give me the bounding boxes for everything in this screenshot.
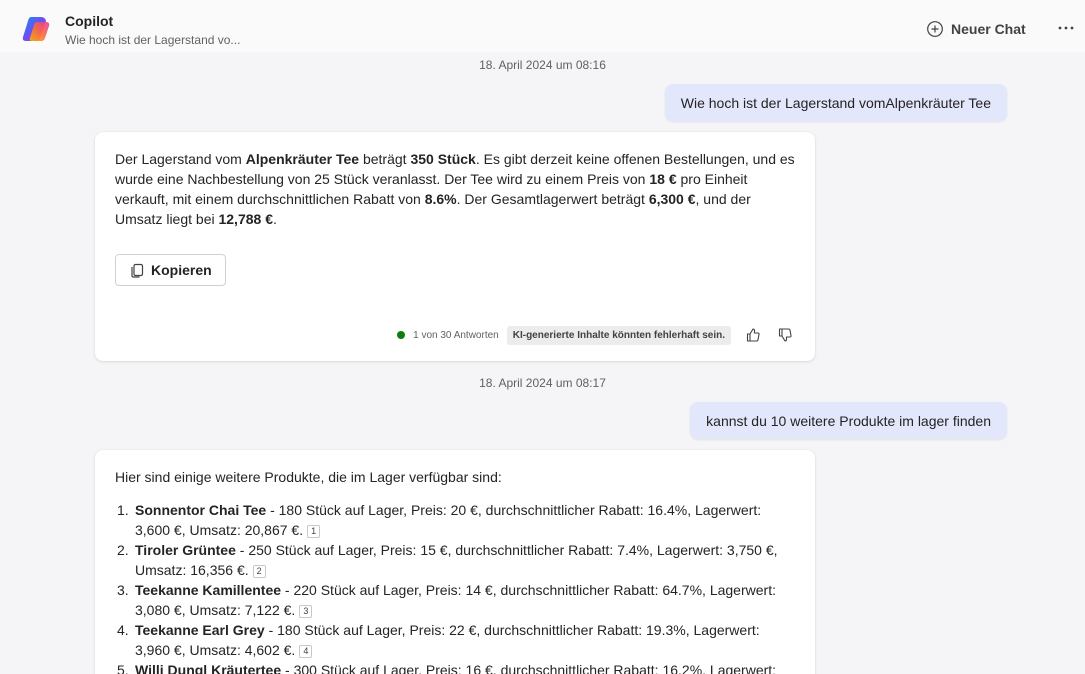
message-timestamp: 18. April 2024 um 08:16 bbox=[479, 58, 606, 72]
assistant-message: Der Lagerstand vom Alpenkräuter Tee betr… bbox=[95, 132, 815, 361]
list-item: 4. Teekanne Earl Grey - 180 Stück auf Lag… bbox=[117, 622, 760, 658]
assistant-message: Hier sind einige weitere Produkte, die i… bbox=[95, 450, 815, 674]
product-name: Teekanne Kamillentee bbox=[135, 582, 282, 598]
copy-label: Kopieren bbox=[151, 262, 212, 278]
copy-icon bbox=[131, 263, 144, 278]
product-list: 1. Sonnentor Chai Tee - 180 Stück auf Lag… bbox=[115, 500, 795, 674]
list-item: 5. Willi Dungl Kräutertee - 300 Stück auf… bbox=[115, 660, 795, 674]
citation-marker[interactable]: 2 bbox=[252, 565, 266, 578]
status-dot bbox=[397, 331, 406, 339]
product-name: Tiroler Grüntee bbox=[135, 542, 236, 558]
answer-meta: 1 von 30 Antworten KI-generierte Inhalte… bbox=[397, 324, 795, 346]
title-bar: Copilot Wie hoch ist der Lagerstand vo..… bbox=[0, 0, 1085, 52]
assistant-message-text: Der Lagerstand vom Alpenkräuter Tee betr… bbox=[115, 151, 795, 227]
assistant-message-intro: Hier sind einige weitere Produkte, die i… bbox=[115, 469, 502, 485]
chat-subtitle: Wie hoch ist der Lagerstand vo... bbox=[65, 33, 241, 47]
new-chat-label: Neuer Chat bbox=[951, 21, 1026, 37]
copilot-logo bbox=[22, 17, 50, 41]
like-button[interactable] bbox=[743, 325, 763, 345]
list-item: 1. Sonnentor Chai Tee - 180 Stück auf Lag… bbox=[117, 502, 762, 538]
citation-marker[interactable]: 1 bbox=[307, 525, 321, 538]
user-message: Wie hoch ist der Lagerstand vomAlpenkräu… bbox=[664, 84, 1007, 121]
add-circle-icon bbox=[927, 21, 943, 37]
more-options-button[interactable] bbox=[1057, 16, 1075, 40]
dislike-button[interactable] bbox=[775, 325, 795, 345]
list-item: 2. Tiroler Grüntee - 250 Stück auf Lager,… bbox=[117, 542, 778, 578]
answer-count: 1 von 30 Antworten bbox=[413, 329, 499, 341]
user-message: kannst du 10 weitere Produkte im lager f… bbox=[690, 402, 1007, 439]
product-name: Willi Dungl Kräutertee bbox=[135, 662, 282, 674]
app-title: Copilot bbox=[65, 13, 114, 29]
list-item: 3. Teekanne Kamillentee - 220 Stück auf L… bbox=[117, 582, 776, 618]
citation-marker[interactable]: 3 bbox=[299, 605, 313, 618]
message-timestamp: 18. April 2024 um 08:17 bbox=[479, 376, 606, 390]
thumbs-down-icon bbox=[778, 328, 792, 342]
thumbs-up-icon bbox=[746, 328, 760, 342]
more-horizontal-icon bbox=[1058, 26, 1074, 30]
copy-button[interactable]: Kopieren bbox=[115, 254, 226, 286]
product-name: Sonnentor Chai Tee bbox=[135, 502, 267, 518]
new-chat-button[interactable]: Neuer Chat bbox=[926, 18, 1026, 40]
product-name: Teekanne Earl Grey bbox=[135, 622, 265, 638]
citation-marker[interactable]: 4 bbox=[299, 645, 313, 658]
ai-disclaimer-badge: KI-generierte Inhalte könnten fehlerhaft… bbox=[506, 325, 731, 345]
